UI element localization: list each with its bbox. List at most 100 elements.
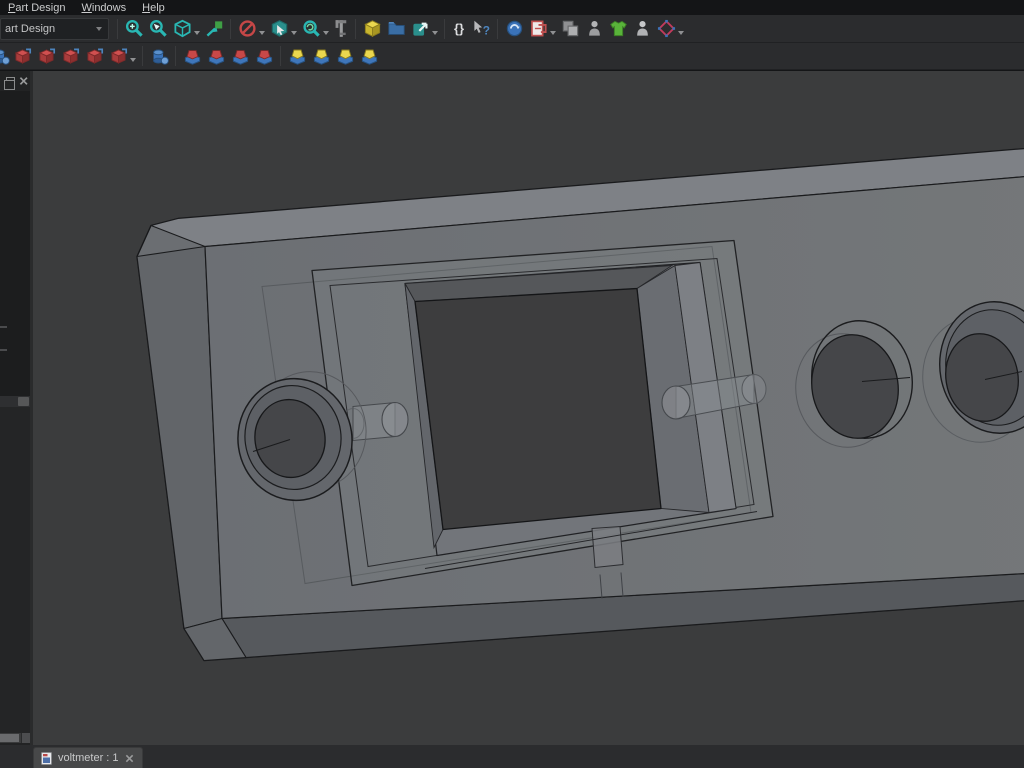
- datum-dropdown-icon: [109, 47, 128, 66]
- chevron-down-icon[interactable]: [130, 58, 136, 62]
- fit-all-icon: [125, 19, 144, 38]
- workbench-selector[interactable]: art Design: [0, 18, 109, 40]
- whats-this-button[interactable]: [469, 17, 493, 41]
- part-box-icon: [363, 19, 382, 38]
- caliper-icon: [332, 19, 351, 38]
- toolbar-separator: [117, 19, 118, 39]
- fit-all-button[interactable]: [122, 17, 146, 41]
- thickness-button[interactable]: [357, 44, 381, 68]
- toolbar-separator: [355, 19, 356, 39]
- display-cutout[interactable]: [415, 289, 661, 530]
- chamfer-button[interactable]: [309, 44, 333, 68]
- chevron-down-icon[interactable]: [194, 31, 200, 35]
- menubar: Part Design Windows Help: [0, 0, 1024, 15]
- datum-line-icon: [37, 47, 56, 66]
- groove-icon: [255, 47, 274, 66]
- expression-button[interactable]: {}: [449, 17, 469, 41]
- person-button[interactable]: [582, 17, 606, 41]
- boxes-icon: [561, 19, 580, 38]
- 3d-model-voltmeter-panel[interactable]: [33, 71, 1024, 745]
- left-dock-panel: [0, 71, 30, 745]
- chevron-down-icon[interactable]: [323, 31, 329, 35]
- draw-style-icon: [238, 19, 257, 38]
- chevron-down-icon[interactable]: [678, 31, 684, 35]
- toolbar-separator: [142, 46, 143, 66]
- scrollbar-handle[interactable]: [18, 397, 29, 406]
- draw-style-button[interactable]: [235, 17, 259, 41]
- boolean-button[interactable]: [147, 44, 171, 68]
- thickness-icon: [360, 47, 379, 66]
- appearance-button[interactable]: [606, 17, 630, 41]
- braces-icon: {}: [454, 21, 464, 36]
- freecad-window: Part Design Windows Help art Design {}: [0, 0, 1024, 768]
- navigation-style-button[interactable]: [654, 17, 678, 41]
- document-tab-bar: voltmeter : 1: [0, 745, 1024, 768]
- zoom-selection-flag-icon: [205, 19, 224, 38]
- 3d-viewport[interactable]: [33, 71, 1024, 745]
- fit-selection-button[interactable]: [146, 17, 170, 41]
- datum-point-icon: [13, 47, 32, 66]
- pocket-icon: [207, 47, 226, 66]
- draft-button[interactable]: [333, 44, 357, 68]
- pocket-button[interactable]: [204, 44, 228, 68]
- document-tab-label: voltmeter : 1: [58, 752, 119, 764]
- create-link-button[interactable]: [408, 17, 432, 41]
- chevron-down-icon[interactable]: [550, 31, 556, 35]
- create-body-button[interactable]: [0, 44, 10, 68]
- menu-part-design[interactable]: Part Design: [2, 1, 73, 15]
- update-button[interactable]: [502, 17, 526, 41]
- datum-point-button[interactable]: [10, 44, 34, 68]
- clipboard-icon: [529, 19, 548, 38]
- scrollbar-button[interactable]: [21, 733, 30, 743]
- property-scrollbar[interactable]: [0, 733, 30, 743]
- create-group-button[interactable]: [384, 17, 408, 41]
- chevron-down-icon[interactable]: [259, 31, 265, 35]
- toolbar-separator: [175, 46, 176, 66]
- zoom-refresh-button[interactable]: [299, 17, 323, 41]
- create-part-button[interactable]: [360, 17, 384, 41]
- axonometric-view-button[interactable]: [170, 17, 194, 41]
- fit-selection-icon: [149, 19, 168, 38]
- navigation-diamond-icon: [657, 19, 676, 38]
- body-icon: [0, 47, 10, 66]
- datum-plane-button[interactable]: [58, 44, 82, 68]
- paste-style-button[interactable]: [526, 17, 550, 41]
- boolean-cylinder-icon: [150, 47, 169, 66]
- model-tree-panel[interactable]: [0, 91, 30, 396]
- folder-icon: [387, 19, 406, 38]
- datum-dropdown-button[interactable]: [106, 44, 130, 68]
- measure-button[interactable]: [331, 17, 351, 41]
- axonometric-cube-icon: [173, 19, 192, 38]
- blue-disc-icon: [505, 19, 524, 38]
- mesh-button[interactable]: [558, 17, 582, 41]
- groove-button[interactable]: [252, 44, 276, 68]
- chevron-down-icon[interactable]: [291, 31, 297, 35]
- chevron-down-icon[interactable]: [432, 31, 438, 35]
- whats-this-icon: [472, 19, 491, 38]
- workbench-selector-value: art Design: [5, 23, 55, 35]
- datum-line-button[interactable]: [34, 44, 58, 68]
- pad-button[interactable]: [180, 44, 204, 68]
- menu-help[interactable]: Help: [136, 1, 173, 15]
- selection-view-button[interactable]: [267, 17, 291, 41]
- toolbar-separator: [280, 46, 281, 66]
- property-panel[interactable]: [0, 407, 30, 733]
- close-icon[interactable]: [19, 76, 28, 86]
- toolbar-separator: [230, 19, 231, 39]
- toolbar-separator: [444, 19, 445, 39]
- tree-horizontal-scrollbar[interactable]: [0, 396, 30, 407]
- revolution-button[interactable]: [228, 44, 252, 68]
- tree-item-fragment: [0, 326, 7, 328]
- menu-windows[interactable]: Windows: [75, 1, 134, 15]
- fillet-button[interactable]: [285, 44, 309, 68]
- zoom-refresh-icon: [302, 19, 321, 38]
- person-alt-button[interactable]: [630, 17, 654, 41]
- close-icon[interactable]: [125, 754, 134, 763]
- toolbar-partdesign: [0, 43, 1024, 70]
- local-cs-button[interactable]: [82, 44, 106, 68]
- zoom-to-selection-button[interactable]: [202, 17, 226, 41]
- document-tab[interactable]: voltmeter : 1: [33, 747, 143, 768]
- datum-plane-icon: [61, 47, 80, 66]
- float-panel-icon[interactable]: [6, 77, 15, 85]
- scrollbar-handle[interactable]: [0, 734, 19, 742]
